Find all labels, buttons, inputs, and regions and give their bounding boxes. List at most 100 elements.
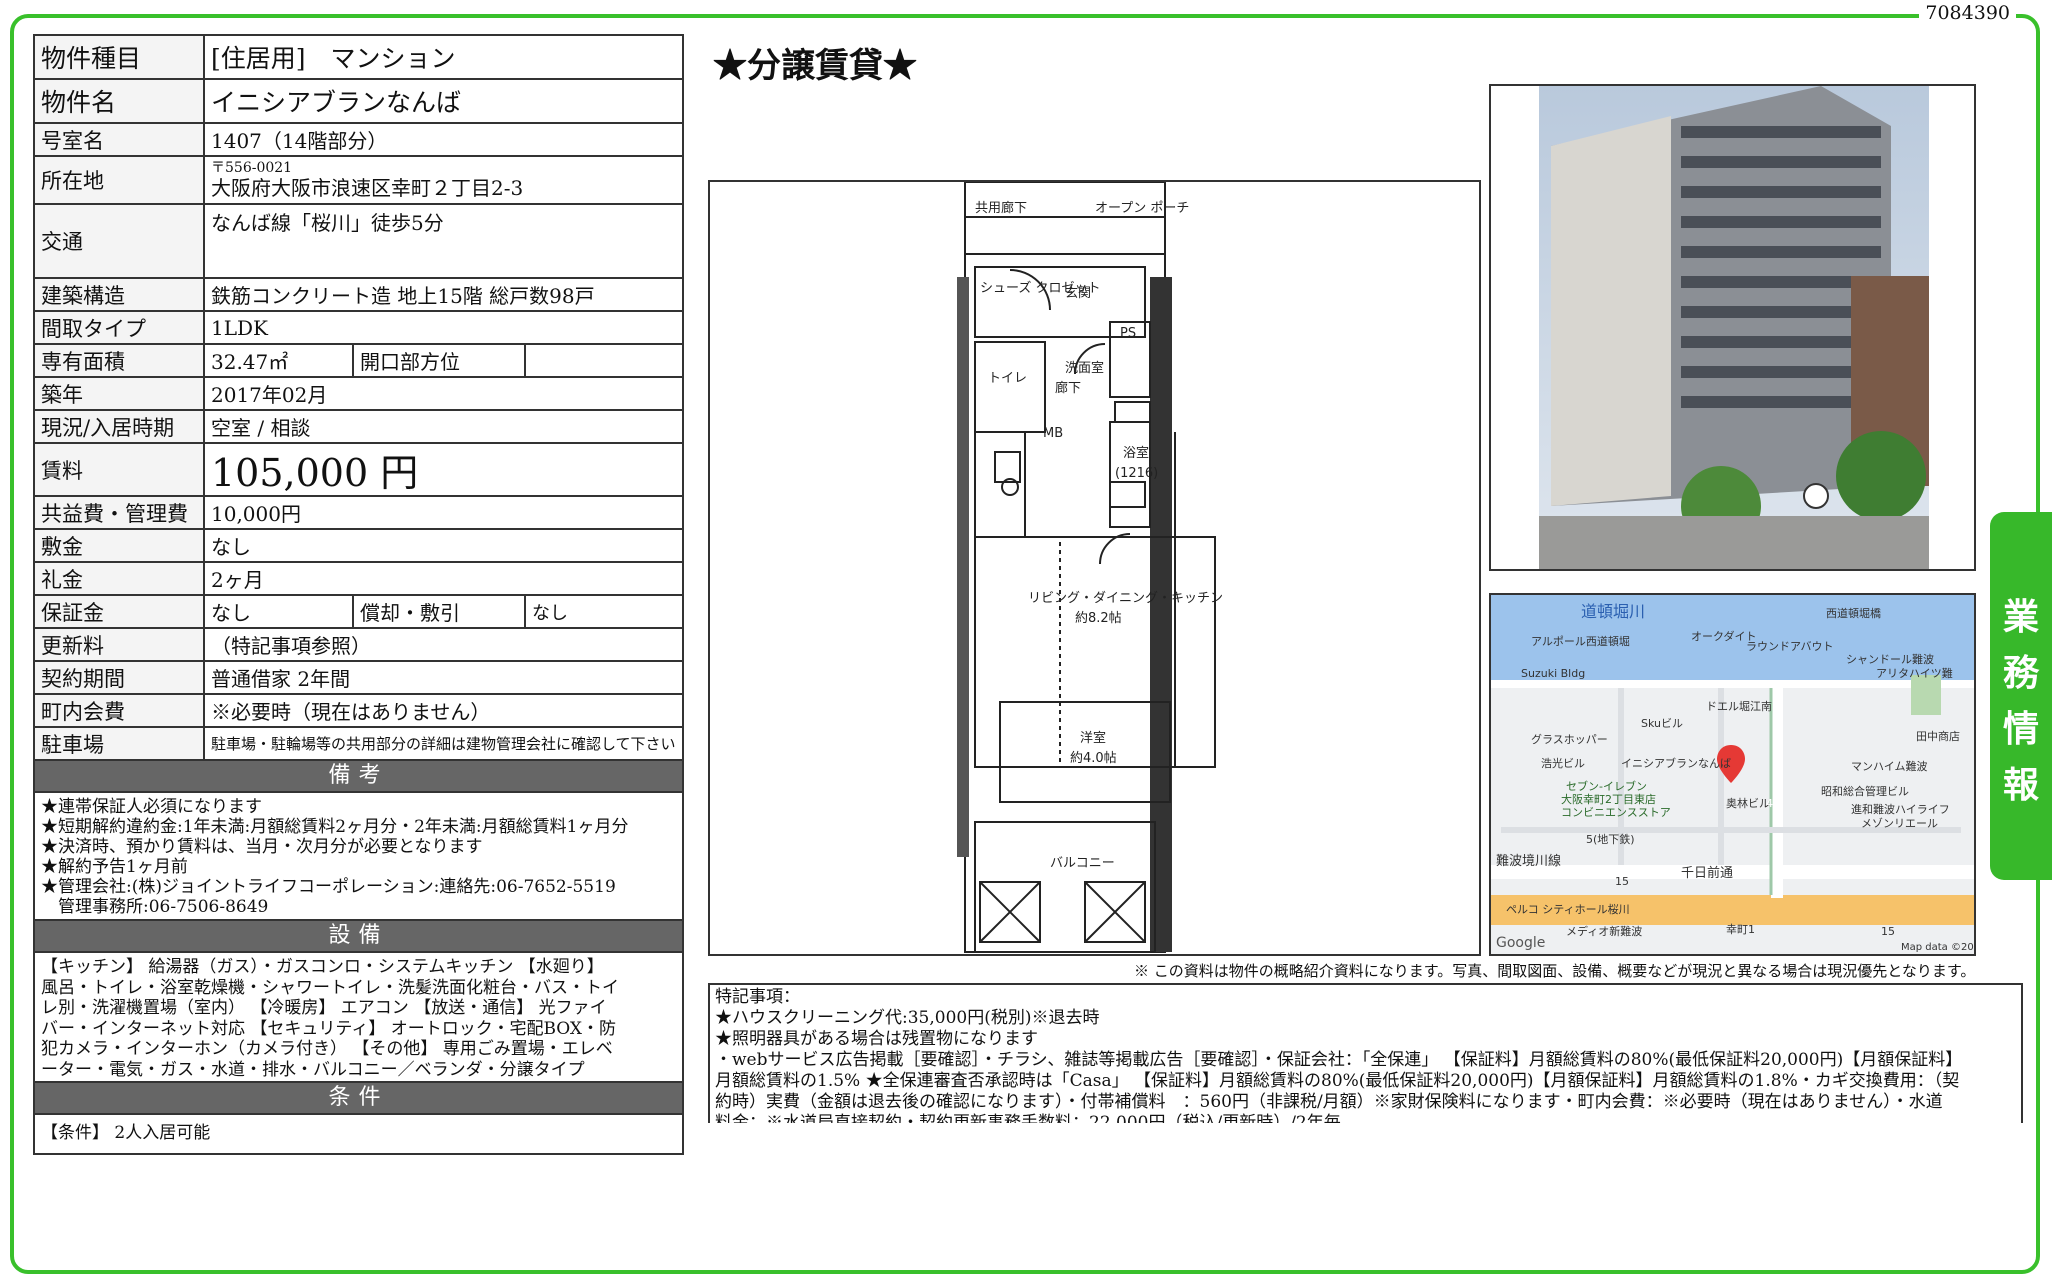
floor-plan-drawing: 共用廊下 オープン ポーチ 玄関 シューズ クロゼット トイレ 廊下 洗面室 浴… [957, 181, 1223, 953]
structure-value: 鉄筋コンクリート造 地上15階 総戸数98戸 [211, 284, 595, 308]
equipment-line: バー・インターネット対応 【セキュリティ】 オートロック・宅配BOX・防 [41, 1018, 616, 1039]
special-line: ・webサービス広告掲載［要確認］・チラシ、雑誌等掲載広告［要確認］・保証会社：… [715, 1050, 1963, 1070]
row-area: 専有面積 32.47㎡ 開口部方位 [35, 345, 682, 378]
type-label: 物件種目 [35, 36, 205, 78]
map-glass: グラスホッパー [1531, 732, 1608, 746]
room-label: 号室名 [35, 124, 205, 155]
map-seven2: 大阪幸町2丁目東店 [1561, 792, 1656, 806]
map-arita: アリタハイツ難 [1876, 667, 1953, 680]
western-label: 洋室 [1080, 730, 1106, 746]
row-contract: 契約期間 普通借家 2年間 [35, 662, 682, 695]
layout-value: 1LDK [211, 315, 268, 340]
row-status: 現況/入居時期 空室 / 相談 [35, 411, 682, 444]
access-label: 交通 [35, 205, 205, 277]
row-parking: 駐車場 駐車場・駐輪場等の共用部分の詳細は建物管理会社に確認して下さい [35, 728, 682, 761]
special-line: 月額総賃料の1.5% ★全保連審査否承認時は「Casa」 【保証料】月額総賃料の… [715, 1071, 1960, 1091]
equipment-body: 【キッチン】 給湯器（ガス）・ガスコンロ・システムキッチン 【水廻り】 風呂・ト… [35, 953, 682, 1083]
row-key-money: 礼金 2ヶ月 [35, 563, 682, 596]
document-id: 7084390 [1919, 2, 2016, 24]
key-money-value: 2ヶ月 [211, 568, 264, 592]
sale-title: ★分譲賃貸★ [713, 46, 917, 86]
equipment-line: 風呂・トイレ・浴室乾燥機・シャワートイレ・洗髪洗面化粧台・バス・トイ [41, 977, 619, 998]
building-photo [1489, 84, 1976, 571]
equipment-line: ーター・電気・ガス・水道・排水・バルコニー／ベランダ・分譲タイプ [41, 1059, 585, 1080]
map-doel: ドエル堀江南 [1706, 700, 1772, 713]
equipment-heading: 設備 [35, 921, 682, 953]
deposit-value: なし [211, 535, 251, 559]
side-tab-char: 報 [2002, 765, 2039, 806]
special-line: 約時）実費（金額は退去後の確認になります）・付帯補償料 ：560円（非課税/月額… [715, 1092, 1943, 1112]
row-deposit: 敷金 なし [35, 530, 682, 563]
status-label: 現況/入居時期 [35, 411, 205, 442]
special-line: ★ハウスクリーニング代:35,000円(税別)※退去時 [715, 1008, 1100, 1028]
area-label: 専有面積 [35, 345, 205, 376]
remark-line: ★短期解約違約金:1年未満:月額総賃料2ヶ月分・2年未満:月額総賃料1ヶ月分 [41, 817, 629, 837]
conditions-text: 【条件】 2人入居可能 [41, 1123, 211, 1143]
address-label: 所在地 [35, 157, 205, 203]
built-value: 2017年02月 [211, 383, 328, 407]
map-station-top: 西道頓堀橋 [1826, 606, 1881, 620]
floor-plan: 共用廊下 オープン ポーチ 玄関 シューズ クロゼット トイレ 廊下 洗面室 浴… [708, 180, 1481, 956]
status-value: 空室 / 相談 [211, 416, 311, 440]
hall-label: 廊下 [1055, 380, 1081, 396]
building-photo-drawing [1539, 86, 1929, 569]
property-info-table: 物件種目 [住居用] マンション 物件名 イニシアブランなんば 号室名 1407… [33, 34, 684, 1155]
remark-line: ★管理会社:(株)ジョイントライフコーポレーション:連絡先:06-7652-55… [41, 877, 616, 897]
name-value: イニシアブランなんば [211, 88, 462, 117]
map-seven3: コンビニエンスストア [1561, 806, 1671, 819]
parking-value: 駐車場・駐輪場等の共用部分の詳細は建物管理会社に確認して下さい [211, 735, 676, 753]
ps-label: PS [1120, 326, 1136, 341]
fee-label: 共益費・管理費 [35, 497, 205, 528]
area-value: 32.47㎡ [205, 345, 354, 376]
row-assoc: 町内会費 ※必要時（現在はありません） [35, 695, 682, 728]
equipment-line: レ別・洗濯機置場（室内） 【冷暖房】 エアコン 【放送・通信】 光ファイ [41, 998, 607, 1018]
row-renewal: 更新料 （特記事項参照） [35, 629, 682, 662]
business-info-tab[interactable]: 業務情報 [1990, 512, 2052, 880]
location-map[interactable]: 道頓堀川 西道頓堀橋 アルポール西道頓堀 オークダイト ラウンドアバウト Suz… [1489, 593, 1976, 956]
equipment-line: 犯カメラ・インターホン（カメラ付き） 【その他】 専用ごみ置場・エレベ [41, 1039, 613, 1059]
mb-label: MB [1043, 426, 1063, 441]
map-suzuki: Suzuki Bldg [1521, 667, 1585, 680]
row-name: 物件名 イニシアブランなんば [35, 80, 682, 124]
access-value: なんば線「桜川」徒歩5分 [211, 211, 444, 235]
map-exit: 5(地下鉄) [1586, 832, 1635, 846]
side-tab-char: 情 [2002, 709, 2039, 750]
row-layout: 間取タイプ 1LDK [35, 312, 682, 345]
postal-code: 〒556-0021 [211, 160, 293, 176]
layout-label: 間取タイプ [35, 312, 205, 343]
map-media: メディオ新難波 [1566, 924, 1642, 938]
bath-size-label: (1216) [1115, 466, 1158, 481]
map-data: Map data ©2023 [1901, 942, 1974, 953]
disclaimer: ※ この資料は物件の概略紹介資料になります。写真、間取図面、設備、概要などが現況… [1134, 962, 1976, 980]
map-alpole: アルポール西道頓堀 [1531, 634, 1630, 648]
map-road2: 千日前通 [1681, 865, 1733, 881]
row-access: 交通 なんば線「桜川」徒歩5分 [35, 205, 682, 279]
map-chandor: シャンドール難波 [1846, 653, 1934, 666]
side-tab-label: 業務情報 [1990, 590, 2052, 814]
amort-value: なし [532, 602, 568, 624]
special-line: 料金：※水道局直接契約・契約更新事務手数料：22,000円（税込/更新時）/2年… [715, 1113, 1341, 1123]
parking-label: 駐車場 [35, 728, 205, 759]
map-seven: セブン-イレブン [1566, 779, 1647, 793]
ldk-size-label: 約8.2帖 [1075, 611, 1122, 626]
special-notes: 特記事項： ★ハウスクリーニング代:35,000円(税別)※退去時 ★照明器具が… [708, 983, 2023, 1123]
side-tab-char: 業 [2002, 597, 2039, 638]
assoc-label: 町内会費 [35, 695, 205, 726]
ldk-label: リビング・ダイニング・キッチン [1028, 591, 1223, 606]
toilet-label: トイレ [988, 371, 1027, 386]
balcony-label: バルコニー [1050, 856, 1115, 871]
guarantee-value: なし [205, 596, 354, 627]
remarks-heading: 備考 [35, 761, 682, 793]
row-guarantee: 保証金 なし 償却・敷引 なし [35, 596, 682, 629]
bath-label: 浴室 [1123, 445, 1149, 461]
address-value: 〒556-0021 大阪府大阪市浪速区幸町２丁目2-3 [205, 157, 682, 203]
conditions-heading: 条件 [35, 1083, 682, 1115]
type-value: [住居用] マンション [211, 44, 456, 73]
built-label: 築年 [35, 378, 205, 409]
assoc-value: ※必要時（現在はありません） [211, 700, 491, 724]
row-rent: 賃料 105,000 円 [35, 444, 682, 497]
map-drawing: 道頓堀川 西道頓堀橋 アルポール西道頓堀 オークダイト ラウンドアバウト Suz… [1491, 595, 1974, 954]
porch-label: オープン ポーチ [1095, 201, 1189, 216]
remark-line: 管理事務所:06-7506-8649 [41, 897, 269, 917]
map-route41: 41 [1766, 797, 1780, 810]
